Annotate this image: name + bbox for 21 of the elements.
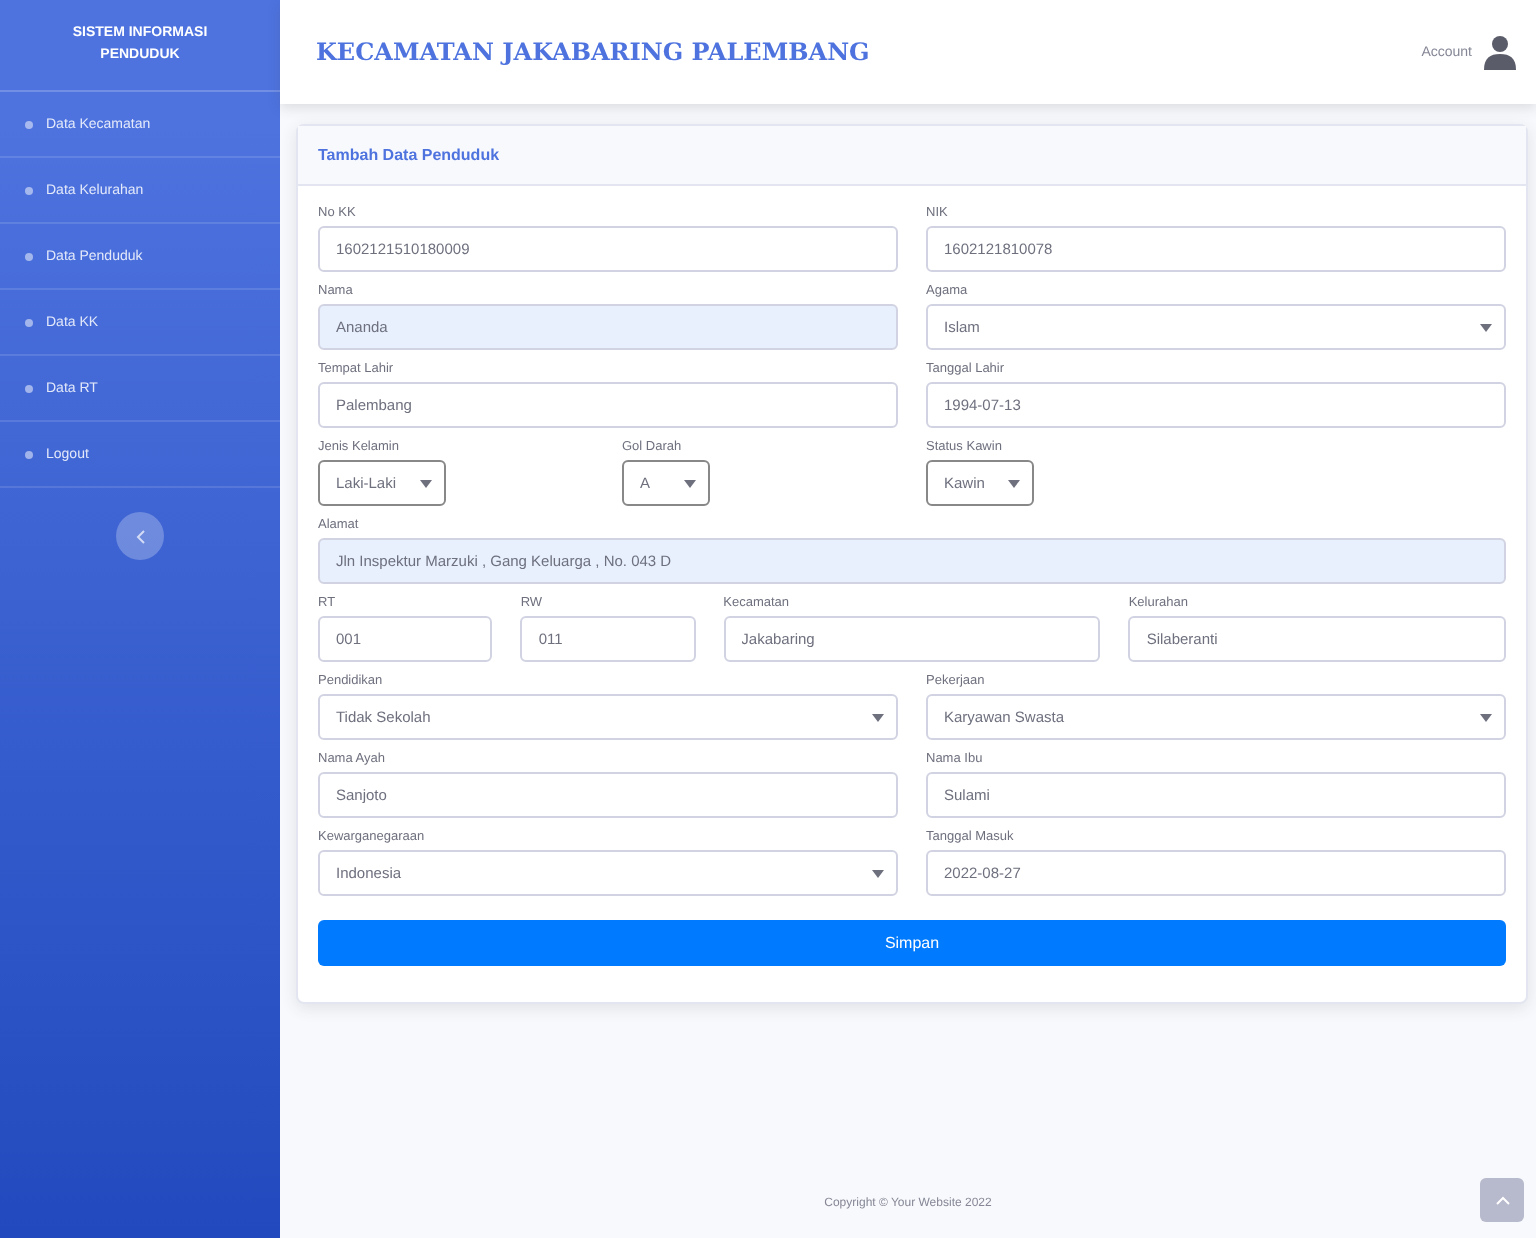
dot-icon bbox=[24, 119, 34, 129]
chevron-icon bbox=[135, 529, 145, 543]
dot-icon bbox=[24, 383, 34, 393]
dot-icon bbox=[24, 251, 34, 261]
submit-button[interactable]: Simpan bbox=[318, 920, 1506, 966]
dot-icon bbox=[24, 317, 34, 327]
caret-icon bbox=[872, 869, 884, 877]
caret-icon bbox=[1008, 479, 1021, 487]
caret-icon bbox=[1480, 323, 1492, 331]
dot-icon bbox=[24, 185, 34, 195]
sidebar-toggle-button[interactable] bbox=[116, 512, 164, 560]
caret-icon bbox=[872, 713, 884, 721]
page-title: KECAMATAN JAKABARING PALEMBANG bbox=[316, 38, 870, 66]
avatar-icon[interactable] bbox=[1484, 34, 1516, 70]
card-title: Tambah Data Penduduk bbox=[318, 146, 502, 164]
scroll-top-button[interactable] bbox=[1480, 1178, 1524, 1222]
dot-icon bbox=[24, 449, 34, 459]
chevron-up-icon bbox=[1495, 1195, 1509, 1205]
caret-icon bbox=[420, 479, 433, 487]
caret-icon bbox=[1480, 713, 1492, 721]
caret-icon bbox=[684, 479, 696, 487]
